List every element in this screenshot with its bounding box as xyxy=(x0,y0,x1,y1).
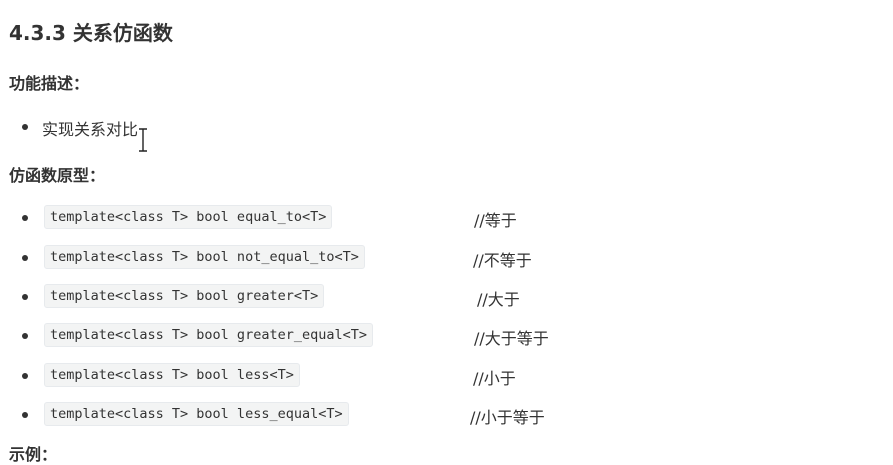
prototype-code: template<class T> bool less_equal<T> xyxy=(44,402,349,426)
prototype-comment: //小于 xyxy=(473,369,516,388)
prototype-comment: //小于等于 xyxy=(470,408,545,427)
bullet-icon xyxy=(22,215,28,221)
description-text: 实现关系对比 xyxy=(42,120,139,139)
example-label: 示例： xyxy=(9,445,58,464)
bullet-icon xyxy=(22,294,28,300)
prototypes-label: 仿函数原型： xyxy=(9,166,106,185)
prototype-code: template<class T> bool less<T> xyxy=(44,363,300,387)
prototype-comment: //等于 xyxy=(474,211,517,230)
text-cursor-icon xyxy=(139,128,147,152)
bullet-icon xyxy=(22,373,28,379)
bullet-icon xyxy=(22,412,28,418)
prototype-comment: //不等于 xyxy=(473,251,532,270)
prototype-code: template<class T> bool equal_to<T> xyxy=(44,205,333,229)
section-heading: 4.3.3 关系仿函数 xyxy=(9,21,173,45)
bullet-icon xyxy=(22,124,28,130)
prototype-code: template<class T> bool greater<T> xyxy=(44,284,325,308)
prototype-comment: //大于等于 xyxy=(474,329,549,348)
bullet-icon xyxy=(22,255,28,261)
prototype-code: template<class T> bool greater_equal<T> xyxy=(44,323,373,347)
description-label: 功能描述： xyxy=(9,74,90,93)
bullet-icon xyxy=(22,333,28,339)
prototype-code: template<class T> bool not_equal_to<T> xyxy=(44,245,365,269)
prototype-comment: //大于 xyxy=(477,290,520,309)
